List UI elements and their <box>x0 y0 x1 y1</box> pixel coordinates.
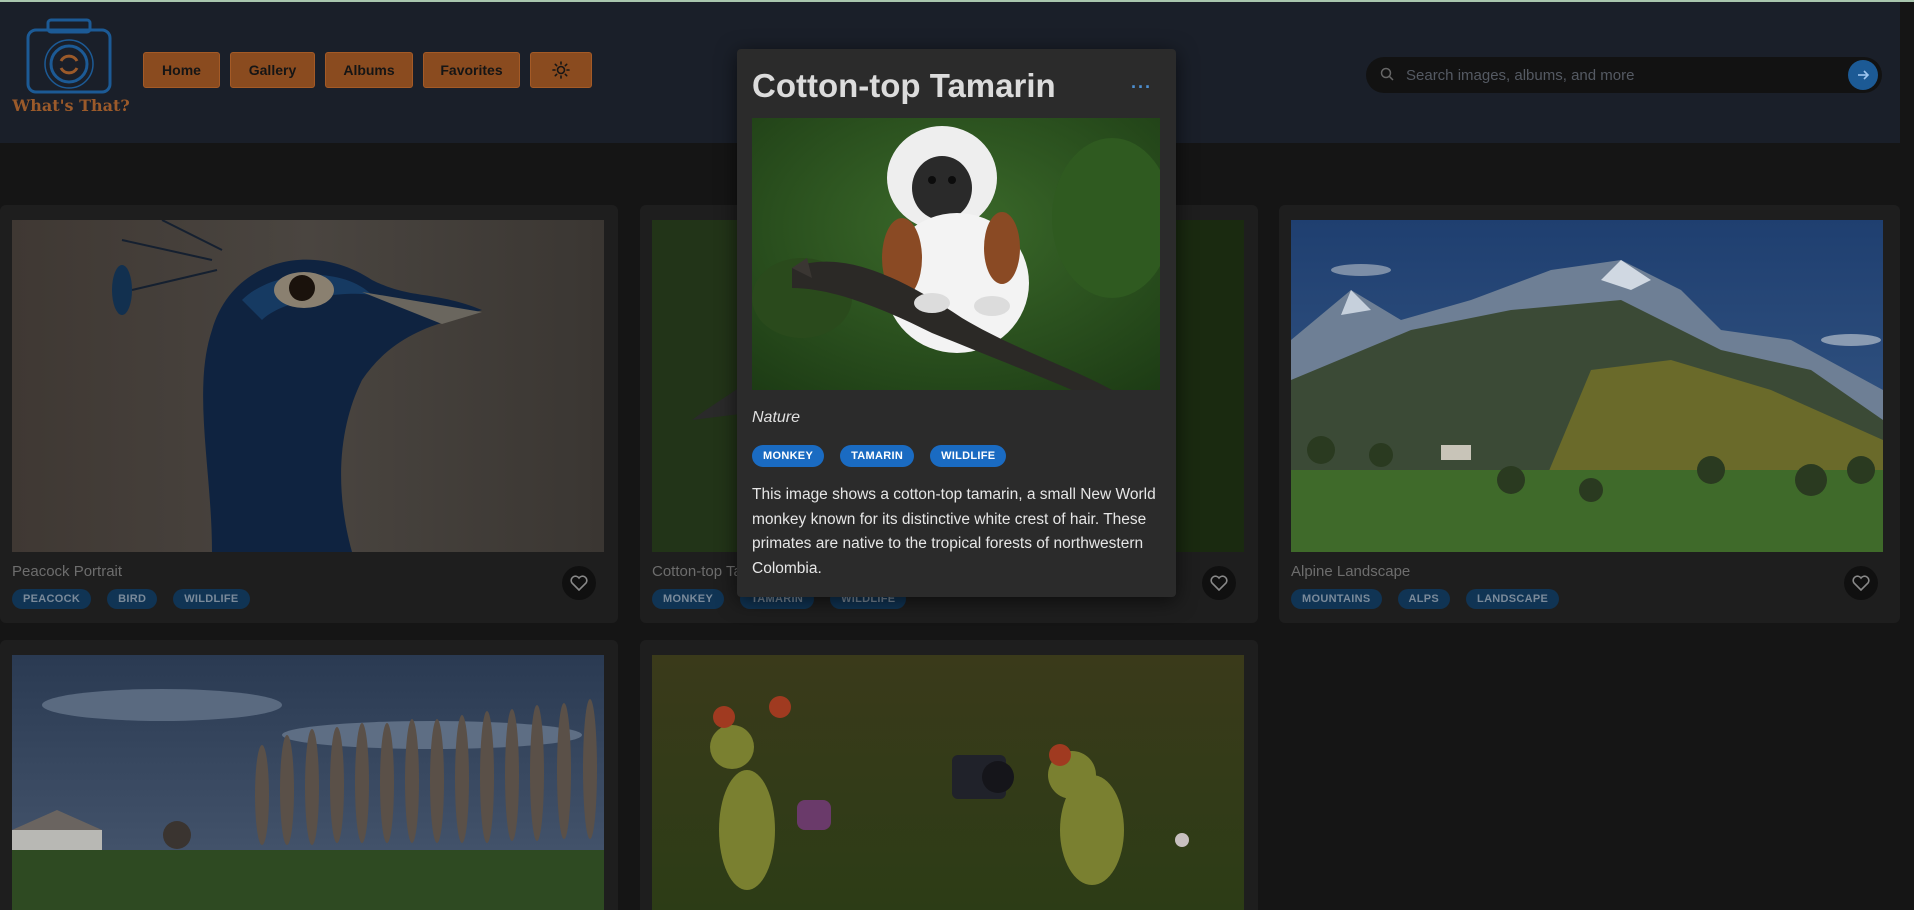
peacock-image[interactable] <box>12 220 604 552</box>
tag[interactable]: WILDLIFE <box>173 589 250 609</box>
card-title: Peacock Portrait <box>12 563 123 580</box>
nav-favorites-button[interactable]: Favorites <box>423 52 520 88</box>
tag[interactable]: BIRD <box>107 589 158 609</box>
logo[interactable]: What's That? <box>12 18 130 118</box>
tag[interactable]: TAMARIN <box>840 445 915 467</box>
favorite-button[interactable] <box>1202 566 1236 600</box>
tag[interactable]: MOUNTAINS <box>1291 589 1382 609</box>
image-detail-popup: Cotton-top Tamarin ··· Nature MONKEY TAM… <box>737 49 1176 597</box>
tag[interactable]: MONKEY <box>752 445 825 467</box>
nav-albums-button[interactable]: Albums <box>325 52 413 88</box>
gallery-card[interactable]: Peacock Portrait PEACOCK BIRD WILDLIFE <box>0 205 618 623</box>
search-input[interactable] <box>1406 57 1826 93</box>
theme-toggle-button[interactable] <box>530 52 592 88</box>
heart-icon <box>570 575 588 591</box>
popup-description: This image shows a cotton-top tamarin, a… <box>752 486 1156 577</box>
heart-icon <box>1852 575 1870 591</box>
more-options-icon[interactable]: ··· <box>1131 77 1152 98</box>
card-title: Alpine Landscape <box>1291 563 1411 580</box>
tag[interactable]: WILDLIFE <box>930 445 1007 467</box>
logo-text: What's That? <box>12 96 130 115</box>
favorite-button[interactable] <box>562 566 596 600</box>
popup-title: Cotton-top Tamarin <box>752 67 1056 104</box>
popup-category: Nature <box>752 409 801 426</box>
nav-gallery-button[interactable]: Gallery <box>230 52 315 88</box>
alpine-landscape-image[interactable] <box>1291 220 1883 552</box>
gallery-card[interactable]: Alpine Landscape MOUNTAINS ALPS LANDSCAP… <box>1279 205 1900 623</box>
sun-icon <box>552 61 570 79</box>
gallery-card[interactable] <box>0 640 618 910</box>
gallery-card[interactable] <box>640 640 1258 910</box>
arrow-right-icon <box>1858 70 1870 80</box>
tag[interactable]: ALPS <box>1397 589 1451 609</box>
card-tags: MOUNTAINS ALPS LANDSCAPE <box>1291 589 1560 609</box>
camera-icon <box>26 18 112 94</box>
poplar-landscape-image[interactable] <box>12 655 604 910</box>
popup-tags: MONKEY TAMARIN WILDLIFE <box>752 445 1007 467</box>
search-icon <box>1380 67 1394 81</box>
tamarin-popup-image[interactable] <box>752 118 1160 390</box>
favorite-button[interactable] <box>1844 566 1878 600</box>
search-bar <box>1366 57 1882 93</box>
search-submit-button[interactable] <box>1848 60 1878 90</box>
tag[interactable]: LANDSCAPE <box>1466 589 1560 609</box>
tag[interactable]: PEACOCK <box>12 589 92 609</box>
card-tags: PEACOCK BIRD WILDLIFE <box>12 589 250 609</box>
nav-home-button[interactable]: Home <box>143 52 220 88</box>
heart-icon <box>1210 575 1228 591</box>
frogs-image[interactable] <box>652 655 1244 910</box>
tag[interactable]: MONKEY <box>652 589 725 609</box>
